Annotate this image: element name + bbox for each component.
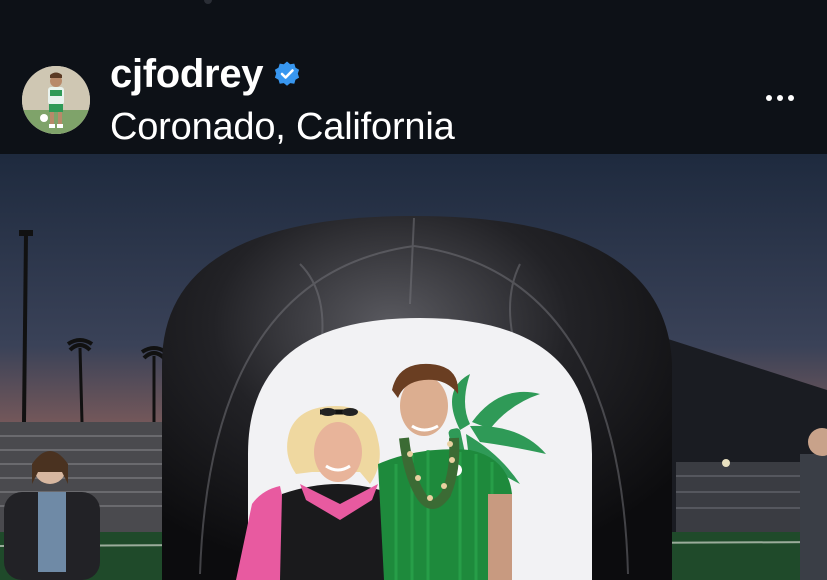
verified-badge-icon <box>273 60 301 88</box>
location-link[interactable]: Coronado, California <box>110 104 455 150</box>
status-indicator <box>204 0 212 4</box>
post-photo[interactable] <box>0 154 827 580</box>
more-dot <box>788 95 794 101</box>
more-dot <box>766 95 772 101</box>
photo-illustration <box>0 154 827 580</box>
username-row: cjfodrey <box>110 52 301 96</box>
status-bar <box>0 0 827 14</box>
avatar-image <box>22 66 90 134</box>
username[interactable]: cjfodrey <box>110 52 264 96</box>
more-options-icon[interactable] <box>756 84 804 112</box>
post-header: cjfodrey Coronado, California <box>0 14 827 154</box>
avatar[interactable] <box>22 66 90 134</box>
more-dot <box>777 95 783 101</box>
